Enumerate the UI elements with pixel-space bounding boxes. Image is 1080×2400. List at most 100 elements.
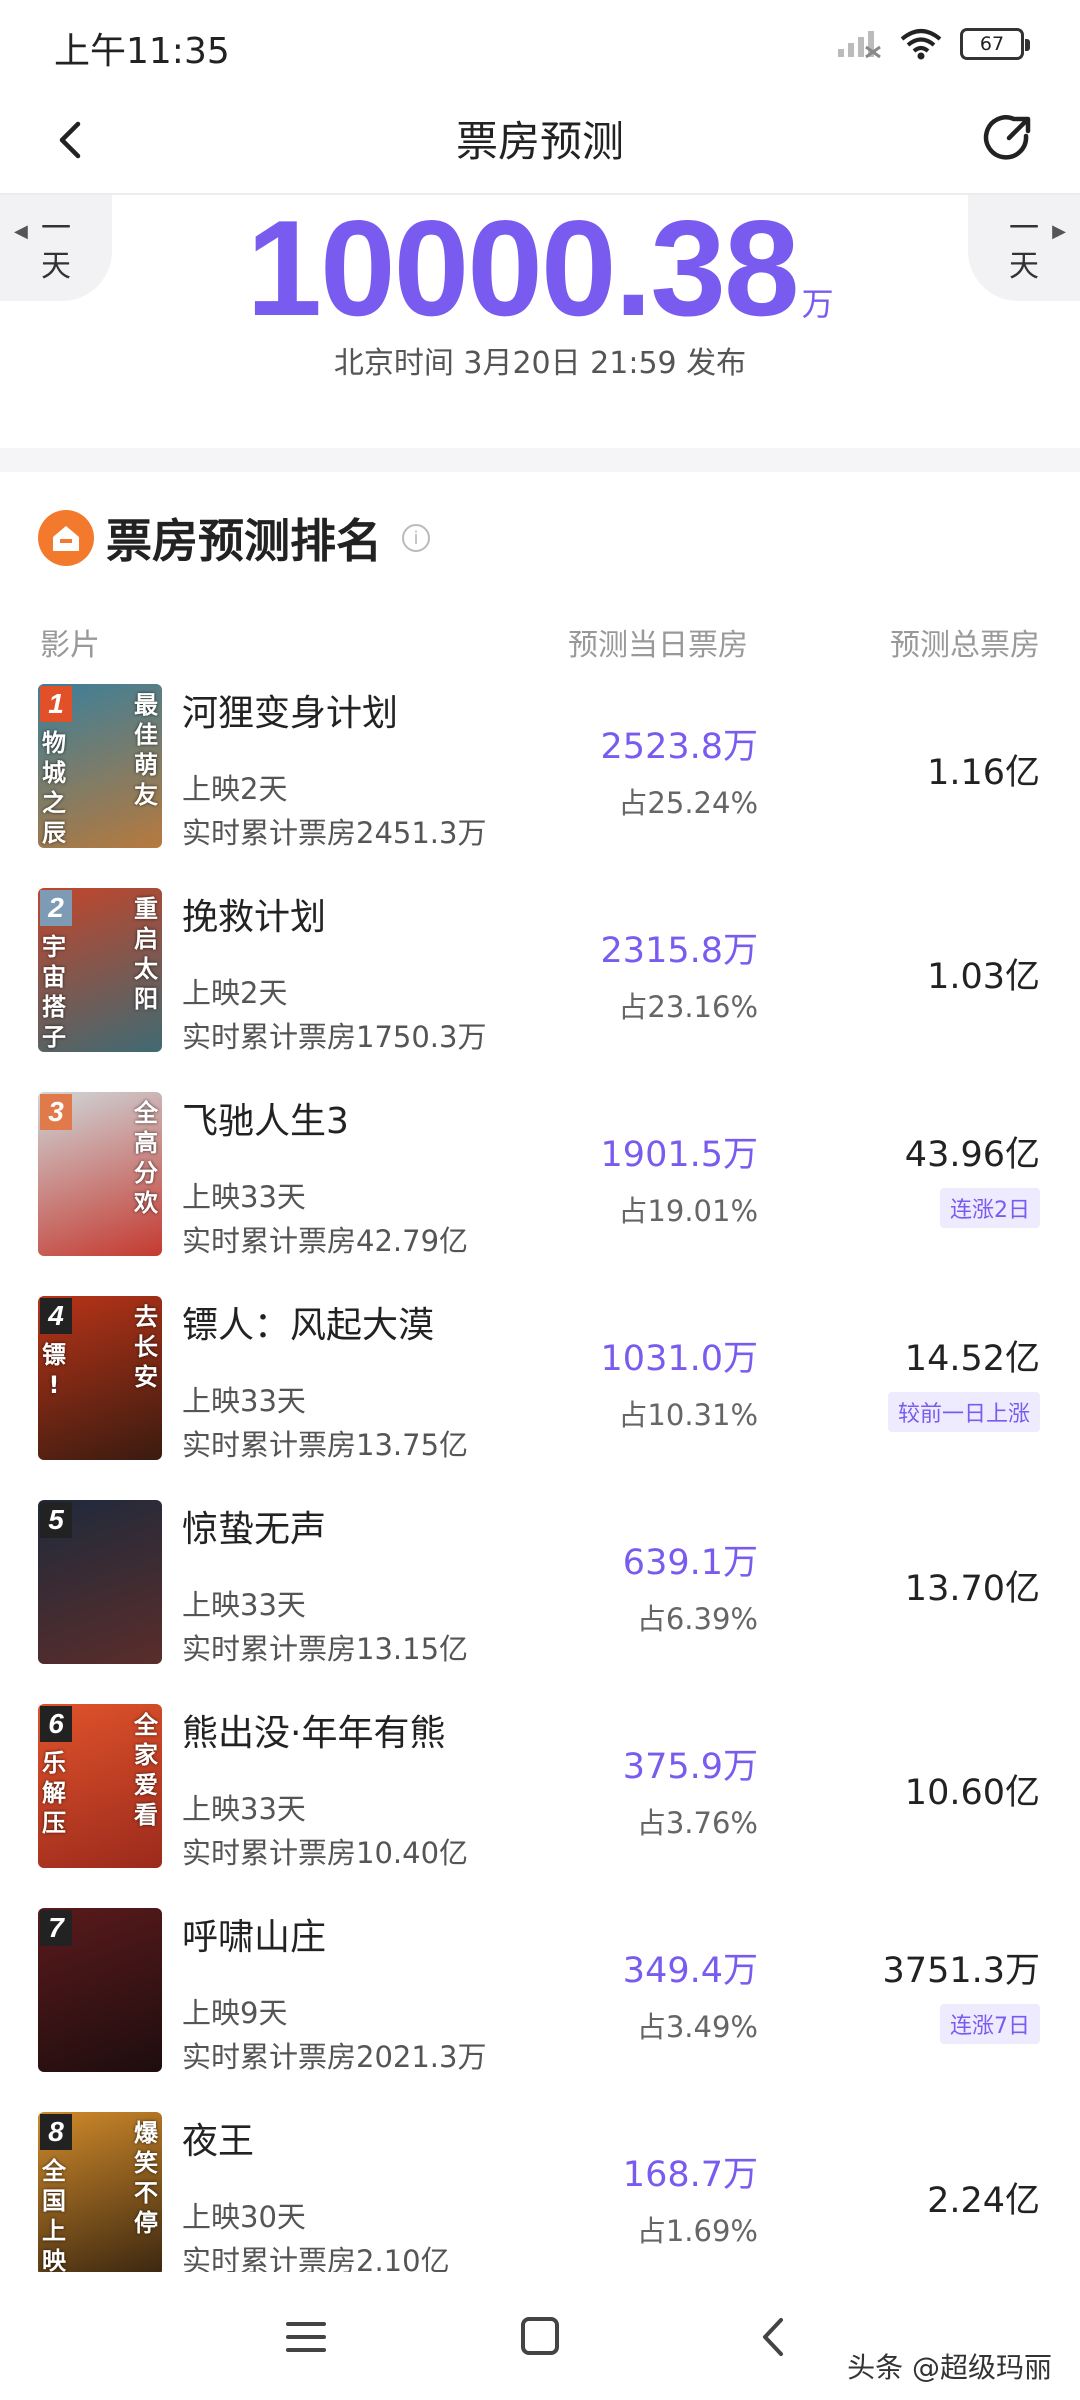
movie-poster[interactable]: 2 宇 宙 搭 子 重 启 太 阳 bbox=[38, 888, 162, 1052]
movie-title: 河狸变身计划 bbox=[182, 693, 399, 734]
movie-row[interactable]: 7 呼啸山庄 上映9天 实时累计票房2021.3万 349.4万 占3.49% 3751.3… bbox=[0, 1908, 1080, 2112]
release-days: 上映2天 bbox=[182, 976, 288, 1010]
predicted-total-box-office: 10.60亿 bbox=[904, 1773, 1040, 1813]
home-icon[interactable] bbox=[510, 2312, 570, 2362]
predicted-total-box-office: 1.16亿 bbox=[927, 753, 1040, 793]
cumulative-box-office: 实时累计票房42.79亿 bbox=[182, 1224, 469, 1258]
rank-badge: 3 bbox=[40, 1094, 72, 1130]
share-icon[interactable] bbox=[976, 106, 1042, 172]
movie-title: 挽救计划 bbox=[182, 897, 327, 938]
movie-title: 镖人：风起大漠 bbox=[182, 1305, 435, 1346]
release-days: 上映2天 bbox=[182, 772, 288, 806]
predicted-day-box-office: 1031.0万 bbox=[600, 1339, 758, 1379]
column-header-day-box: 预测当日票房 bbox=[568, 628, 748, 663]
watermark: 头条 @超级玛丽 bbox=[847, 2351, 1052, 2384]
column-header-total-box: 预测总票房 bbox=[890, 628, 1040, 663]
cumulative-box-office: 实时累计票房2451.3万 bbox=[182, 816, 487, 850]
movie-row[interactable]: 5 惊蛰无声 上映33天 实时累计票房13.15亿 639.1万 占6.39% 13.70亿 bbox=[0, 1500, 1080, 1704]
rank-badge: 1 bbox=[40, 686, 72, 722]
battery-level: 67 bbox=[979, 33, 1005, 55]
back-icon[interactable] bbox=[745, 2312, 805, 2362]
poster-text-left: 全 国 上 映 bbox=[42, 2157, 66, 2275]
page-title: 票房预测 bbox=[455, 117, 624, 166]
rank-badge: 5 bbox=[40, 1502, 72, 1538]
movie-title: 惊蛰无声 bbox=[182, 1509, 327, 1550]
movie-row[interactable]: 6 乐 解 压 全 家 爱 看熊出没·年年有熊 上映33天 实时累计票房10.40亿 37… bbox=[0, 1704, 1080, 1908]
cumulative-box-office: 实时累计票房10.40亿 bbox=[182, 1836, 469, 1870]
box-office-share: 占19.01% bbox=[618, 1194, 758, 1228]
movie-title: 熊出没·年年有熊 bbox=[182, 1713, 446, 1754]
total-forecast-unit: 万 bbox=[801, 285, 834, 323]
status-icons: 67 bbox=[836, 28, 1030, 60]
release-days: 上映30天 bbox=[182, 2200, 306, 2234]
trend-badge: 较前一日上涨 bbox=[887, 1392, 1040, 1432]
movie-poster[interactable]: 6 乐 解 压 全 家 爱 看 bbox=[38, 1704, 162, 1868]
predicted-day-box-office: 168.7万 bbox=[622, 2155, 758, 2195]
total-forecast-value: 10000.38 bbox=[246, 192, 799, 344]
release-days: 上映9天 bbox=[182, 1996, 288, 2030]
predicted-total-box-office: 43.96亿 bbox=[904, 1135, 1040, 1175]
release-days: 上映33天 bbox=[182, 1384, 306, 1418]
poster-text-right: 全 高 分 欢 bbox=[134, 1099, 158, 1217]
release-days: 上映33天 bbox=[182, 1180, 306, 1214]
movie-poster[interactable]: 7 bbox=[38, 1908, 162, 2072]
cumulative-box-office: 实时累计票房1750.3万 bbox=[182, 1020, 487, 1054]
poster-text-right: 最 佳 萌 友 bbox=[134, 691, 158, 809]
trend-badge: 连涨2日 bbox=[940, 1188, 1040, 1228]
predicted-day-box-office: 2523.8万 bbox=[600, 727, 758, 767]
top-app-bar: 票房预测 bbox=[0, 90, 1080, 195]
box-office-share: 占23.16% bbox=[618, 990, 758, 1024]
predicted-day-box-office: 1901.5万 bbox=[600, 1135, 758, 1175]
poster-text-left: 宇 宙 搭 子 bbox=[42, 933, 66, 1051]
battery-icon: 67 bbox=[960, 28, 1030, 60]
wifi-icon bbox=[900, 29, 942, 60]
trend-badge: 连涨7日 bbox=[940, 2004, 1040, 2044]
box-office-share: 占3.49% bbox=[636, 2010, 758, 2044]
poster-text-left: 镖 ! bbox=[42, 1341, 66, 1399]
box-office-share: 占3.76% bbox=[636, 1806, 758, 1840]
poster-text-right: 全 家 爱 看 bbox=[134, 1711, 158, 1829]
movie-poster[interactable]: 3 全 高 分 欢 bbox=[38, 1092, 162, 1256]
release-days: 上映33天 bbox=[182, 1792, 306, 1826]
movie-row[interactable]: 3 全 高 分 欢飞驰人生3 上映33天实时累计票房42.79亿 1901.5万占19… bbox=[0, 1092, 1080, 1296]
cumulative-box-office: 实时累计票房2021.3万 bbox=[182, 2040, 487, 2074]
predicted-day-box-office: 2315.8万 bbox=[600, 931, 758, 971]
poster-text-right: 去 长 安 bbox=[134, 1303, 158, 1391]
status-time: 上午11:35 bbox=[54, 31, 230, 72]
status-bar: 上午11:35 67 bbox=[0, 0, 1080, 90]
menu-icon[interactable] bbox=[276, 2312, 336, 2362]
ranking-header: 票房预测排名 i bbox=[38, 505, 430, 571]
movie-row[interactable]: 2 宇 宙 搭 子 重 启 太 阳挽救计划上映2天实时累计票房1750.3万 2315… bbox=[0, 888, 1080, 1092]
rank-badge: 2 bbox=[40, 890, 72, 926]
rank-badge: 6 bbox=[40, 1706, 72, 1742]
poster-text-left: 物 城 之 辰 bbox=[42, 729, 66, 847]
box-office-share: 占1.69% bbox=[636, 2214, 758, 2248]
poster-text-left: 乐 解 压 bbox=[42, 1749, 66, 1837]
release-days: 上映33天 bbox=[182, 1588, 306, 1622]
signal-icon bbox=[838, 31, 881, 59]
poster-text-right: 重 启 太 阳 bbox=[134, 895, 158, 1013]
movie-poster[interactable]: 5 bbox=[38, 1500, 162, 1664]
predicted-total-box-office: 13.70亿 bbox=[904, 1569, 1040, 1609]
column-header-movie: 影片 bbox=[40, 628, 100, 663]
predicted-total-box-office: 2.24亿 bbox=[927, 2181, 1040, 2221]
cumulative-box-office: 实时累计票房13.75亿 bbox=[182, 1428, 469, 1462]
total-forecast: 10000.38 万 bbox=[0, 190, 1080, 346]
rank-badge: 8 bbox=[40, 2114, 72, 2150]
box-office-share: 占25.24% bbox=[618, 786, 758, 820]
movie-row[interactable]: 1 物 城 之 辰 最 佳 萌 友河狸变身计划上映2天实时累计票房2451.3万 25… bbox=[0, 684, 1080, 888]
cumulative-box-office: 实时累计票房13.15亿 bbox=[182, 1632, 469, 1666]
movie-poster[interactable]: 1 物 城 之 辰 最 佳 萌 友 bbox=[38, 684, 162, 848]
box-office-share: 占6.39% bbox=[636, 1602, 758, 1636]
movie-poster[interactable]: 4 镖 ! 去 长 安 bbox=[38, 1296, 162, 1460]
movie-title: 飞驰人生3 bbox=[182, 1101, 349, 1142]
movie-poster[interactable]: 8 全 国 上 映 爆 笑 不 停 bbox=[38, 2112, 162, 2276]
house-icon bbox=[38, 510, 94, 566]
publish-time: 北京时间 3月20日 21:59 发布 bbox=[333, 346, 747, 381]
rank-badge: 4 bbox=[40, 1298, 72, 1334]
rank-badge: 7 bbox=[40, 1910, 72, 1946]
info-icon[interactable]: i bbox=[402, 524, 430, 552]
poster-text-right: 爆 笑 不 停 bbox=[134, 2119, 158, 2237]
predicted-day-box-office: 349.4万 bbox=[622, 1951, 758, 1991]
movie-row[interactable]: 4 镖 ! 去 长 安镖人：风起大漠上映33天实时累计票房13.75亿 1031.0万… bbox=[0, 1296, 1080, 1500]
